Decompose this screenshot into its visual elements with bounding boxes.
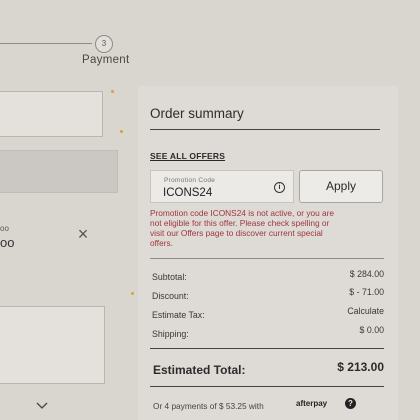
promo-code-caption: Promotion Code (164, 177, 216, 184)
step-3-indicator: 3 (95, 35, 113, 53)
afterpay-logo: afterpay (296, 399, 328, 408)
help-icon[interactable]: ? (345, 398, 356, 409)
decorative-dot (131, 292, 134, 295)
estimated-total-label: Estimated Total: (153, 363, 246, 377)
stepper-line (0, 43, 92, 44)
shipping-label: Shipping: (152, 329, 189, 339)
see-all-offers-link[interactable]: SEE ALL OFFERS (150, 151, 225, 161)
subtotal-label: Subtotal: (152, 272, 187, 282)
title-divider (150, 129, 380, 130)
error-line: offers. (150, 238, 173, 248)
step-3-label: Payment (82, 54, 130, 66)
tax-label: Estimate Tax: (152, 310, 205, 320)
estimated-total-value: $ 213.00 (337, 360, 384, 374)
error-line: visit our Offers page to discover curren… (150, 228, 323, 238)
chevron-down-icon[interactable] (35, 398, 49, 412)
form-field[interactable] (0, 91, 103, 137)
cart-item-value: oo (0, 235, 15, 250)
decorative-dot (120, 130, 123, 133)
promo-error-message: Promotion code ICONS24 is not active, or… (150, 208, 382, 248)
promo-code-input[interactable]: Promotion Code ICONS24 i (150, 170, 294, 203)
shipping-value: $ 0.00 (359, 325, 384, 335)
decorative-dot (111, 90, 114, 93)
error-line: not eligible for this offer. Please chec… (150, 218, 330, 228)
subtotal-value: $ 284.00 (349, 269, 384, 279)
discount-label: Discount: (152, 291, 189, 301)
error-line: Promotion code ICONS24 is not active, or… (150, 208, 335, 218)
order-summary-title: Order summary (150, 106, 244, 121)
close-icon[interactable]: × (74, 225, 92, 243)
discount-value: $ - 71.00 (349, 287, 384, 297)
info-icon[interactable]: i (274, 182, 285, 193)
installments-text: Or 4 payments of $ 53.25 with (153, 401, 264, 411)
tax-calculate-link[interactable]: Calculate (347, 306, 384, 316)
total-divider (150, 348, 384, 349)
cart-item-caption: oo (0, 224, 9, 233)
total-bottom-divider (150, 386, 384, 387)
promo-code-value: ICONS24 (163, 187, 213, 199)
apply-button[interactable]: Apply (299, 170, 383, 203)
form-field[interactable] (0, 306, 105, 384)
form-field[interactable] (0, 150, 118, 193)
summary-divider (150, 258, 384, 259)
